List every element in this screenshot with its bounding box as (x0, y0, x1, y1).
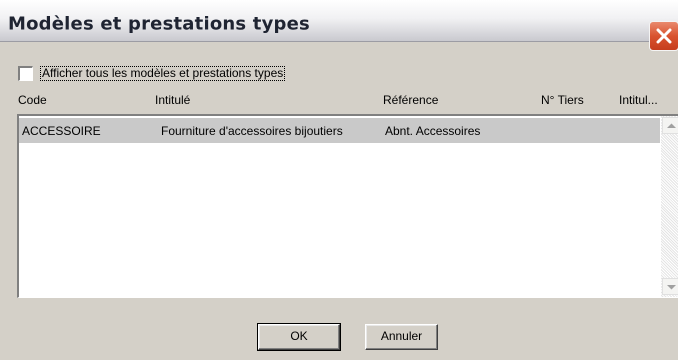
arrow-down-icon (667, 285, 676, 290)
table-row[interactable]: ACCESSOIRE Fourniture d'accessoires bijo… (19, 118, 660, 143)
arrow-up-icon (667, 123, 676, 128)
column-header-intitule-2[interactable]: Intitul... (619, 93, 658, 107)
column-header-intitule[interactable]: Intitulé (155, 93, 190, 107)
show-all-checkbox[interactable] (18, 65, 33, 81)
window-title: Modèles et prestations types (8, 13, 310, 35)
cell-code: ACCESSOIRE (22, 124, 101, 138)
dialog-window: Modèles et prestations types Afficher to… (0, 0, 678, 360)
title-bar[interactable]: Modèles et prestations types (0, 0, 678, 51)
vertical-scrollbar[interactable] (661, 116, 678, 297)
scroll-down-button[interactable] (662, 278, 678, 295)
column-header-reference[interactable]: Référence (383, 93, 438, 107)
cancel-button[interactable]: Annuler (365, 324, 438, 350)
column-header-tiers[interactable]: N° Tiers (541, 93, 584, 107)
scroll-up-button[interactable] (662, 117, 678, 134)
cell-reference: Abnt. Accessoires (385, 124, 481, 138)
ok-button[interactable]: OK (257, 323, 341, 351)
column-header-code[interactable]: Code (18, 93, 47, 107)
cell-intitule: Fourniture d'accessoires bijoutiers (161, 124, 343, 138)
show-all-option[interactable]: Afficher tous les modèles et prestations… (18, 64, 286, 82)
close-icon (656, 28, 672, 44)
close-button[interactable] (649, 21, 678, 51)
models-list[interactable]: ACCESSOIRE Fourniture d'accessoires bijo… (17, 114, 678, 298)
show-all-label[interactable]: Afficher tous les modèles et prestations… (40, 65, 286, 81)
column-headers: Code Intitulé Référence N° Tiers Intitul… (18, 93, 678, 109)
